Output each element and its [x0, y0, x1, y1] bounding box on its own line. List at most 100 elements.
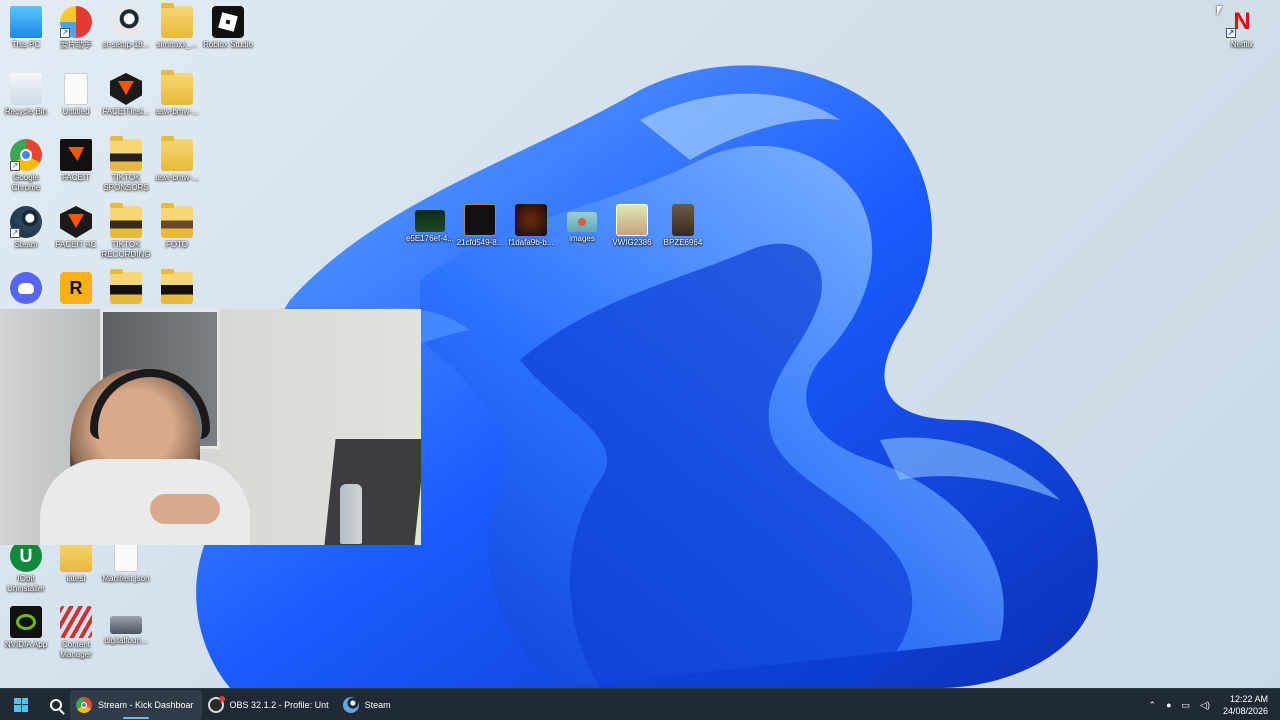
app-chinese-icon[interactable]: ↗ 爱片助手 — [50, 6, 102, 50]
shortcut-arrow-icon: ↗ — [60, 28, 70, 38]
folder-tiktok-recordings-icon[interactable]: TIKTOK RECORDINGS — [100, 203, 152, 260]
system-tray: ⌃ ● ▭ ◁) 12:22 AM 24/08/2026 — [1144, 689, 1280, 720]
image-thumbnail-icon — [415, 210, 445, 232]
recycle-bin-icon[interactable]: Recycle Bin — [0, 73, 52, 117]
steam-icon — [342, 696, 359, 713]
icon-label: 21cfd549-8... — [456, 238, 504, 247]
microphone-icon[interactable]: ● — [1166, 700, 1171, 710]
webcam-overlay — [0, 309, 421, 545]
bin-icon — [10, 73, 42, 105]
icon-label: e5E176ef-4... — [405, 234, 455, 243]
faceit-ac-icon[interactable]: FACEIT AC — [50, 206, 102, 250]
icon-label: IObit Uninstaller — [7, 574, 45, 593]
mouse-cursor-icon — [1217, 6, 1225, 16]
manifest-file-icon[interactable]: Manifest.json — [100, 540, 152, 584]
faceit-shield-icon — [60, 206, 92, 238]
folder-asw-bmw-1-icon[interactable]: asw-bmw-... — [151, 70, 203, 117]
this-pc-icon[interactable]: This PC — [0, 6, 52, 50]
app-logo-icon: ↗ — [60, 6, 92, 38]
nvidia-logo-icon — [10, 606, 42, 638]
taskbar-app-label: Steam — [364, 699, 391, 710]
netflix-logo-icon: N ↗ — [1226, 8, 1251, 38]
shortcut-arrow-icon: ↗ — [1226, 28, 1236, 38]
folder-icon — [161, 136, 193, 171]
steam-logo-icon — [110, 6, 142, 38]
icon-label: Netflix — [1230, 40, 1254, 49]
chevron-up-icon[interactable]: ⌃ — [1149, 700, 1157, 711]
steam-icon[interactable]: ↗ Steam — [0, 206, 52, 250]
search-icon — [50, 698, 65, 715]
discord-logo-icon — [10, 272, 42, 304]
untitled-file-icon[interactable]: Untitled — [50, 73, 102, 117]
roblox-studio-icon[interactable]: Roblox Studio — [202, 6, 254, 50]
shortcut-arrow-icon: ↗ — [10, 161, 20, 171]
content-manager-icon[interactable]: Content Manager — [50, 606, 102, 660]
iobit-uninstaller-icon[interactable]: U IObit Uninstaller — [0, 540, 52, 594]
folder-icon — [110, 136, 142, 171]
folder-tiktok-sponsors-icon[interactable]: TIKTOK SPONSORS — [100, 136, 152, 193]
icon-label: This PC — [11, 40, 41, 49]
faceit-shield-icon — [110, 73, 142, 105]
google-chrome-icon[interactable]: ↗ Google Chrome — [0, 139, 52, 193]
icon-label: FACEIT AC — [55, 240, 97, 249]
start-button[interactable] — [0, 689, 42, 720]
taskbar-app-label: OBS 32.1.2 - Profile: Unt — [229, 699, 329, 710]
nvidia-app-icon[interactable]: NVIDIA App — [0, 606, 52, 650]
folder-dark-1-icon[interactable] — [100, 269, 152, 306]
volume-icon[interactable]: ◁) — [1200, 700, 1210, 711]
clock[interactable]: 12:22 AM 24/08/2026 — [1223, 693, 1268, 717]
taskbar: Stream - Kick Dashboar OBS 32.1.2 - Prof… — [0, 688, 1280, 720]
faceit-installer-icon[interactable]: FACEITInst... — [100, 73, 152, 117]
taskbar-app-chrome[interactable]: Stream - Kick Dashboar — [70, 689, 202, 720]
icon-label: asw-bmw-... — [155, 107, 199, 116]
icon-label: Recycle Bin — [4, 107, 48, 116]
chrome-icon — [76, 696, 92, 713]
icon-label: st-setup-18... — [102, 40, 150, 49]
icon-label: simtraxx_... — [156, 40, 198, 49]
folder-simtraxx-icon[interactable]: simtraxx_... — [151, 3, 203, 50]
steam-logo-icon: ↗ — [10, 206, 42, 238]
clock-date: 24/08/2026 — [1222, 706, 1268, 716]
search-button[interactable] — [42, 689, 70, 720]
image-file-3-icon[interactable]: f1dafa9b-b... — [505, 204, 557, 248]
icon-label: NVIDIA App — [4, 640, 48, 649]
steam-setup-icon[interactable]: st-setup-18... — [100, 6, 152, 50]
taskbar-app-steam[interactable]: Steam — [337, 690, 399, 720]
image-thumbnail-icon — [110, 616, 142, 634]
folder-foto-icon[interactable]: FOTO — [151, 203, 203, 250]
folder-asw-bmw-2-icon[interactable]: asw-bmw-... — [151, 136, 203, 183]
bpze-file-icon[interactable]: BPZE6964 — [657, 204, 709, 248]
icon-label: FACEIT — [61, 173, 90, 182]
faceit-icon[interactable]: FACEIT — [50, 139, 102, 183]
image-thumbnail-icon — [515, 204, 547, 236]
icon-label: Content Manager — [60, 640, 92, 659]
clock-time: 12:22 AM — [1229, 694, 1268, 704]
image-file-1-icon[interactable]: e5E176ef-4... — [404, 204, 456, 244]
document-icon — [64, 73, 88, 105]
icon-label: TIKTOK SPONSORS — [103, 173, 149, 192]
shortcut-arrow-icon: ↗ — [10, 228, 20, 238]
chrome-logo-icon: ↗ — [10, 139, 42, 171]
folder-dark-2-icon[interactable] — [151, 269, 203, 306]
icon-label: Untitled — [62, 107, 90, 116]
icon-label: Steam — [14, 240, 38, 249]
images-file-icon[interactable]: images — [556, 204, 608, 244]
content-manager-logo-icon — [60, 606, 92, 638]
obs-icon — [207, 695, 225, 713]
network-icon[interactable]: ▭ — [1182, 700, 1191, 711]
folder-latest-icon[interactable]: latest — [50, 537, 102, 584]
image-thumbnail-icon — [616, 204, 648, 236]
taskbar-app-label: Stream - Kick Dashboar — [98, 699, 194, 710]
vwig-file-icon[interactable]: VWIG2386 — [606, 204, 658, 248]
icon-label: VWIG2386 — [612, 238, 652, 247]
icon-label: 爱片助手 — [60, 40, 92, 49]
image-thumbnail-icon — [672, 204, 694, 236]
rockstar-launcher-icon[interactable]: R — [50, 272, 102, 306]
discord-icon[interactable] — [0, 272, 52, 306]
taskbar-app-obs[interactable]: OBS 32.1.2 - Profile: Unt — [202, 690, 337, 720]
digital-foundry-icon[interactable]: digitalfoun... — [100, 606, 152, 646]
image-file-2-icon[interactable]: 21cfd549-8... — [454, 204, 506, 248]
rockstar-logo-icon: R — [60, 272, 92, 304]
image-thumbnail-icon — [567, 212, 597, 232]
icon-label: Google Chrome — [11, 173, 41, 192]
